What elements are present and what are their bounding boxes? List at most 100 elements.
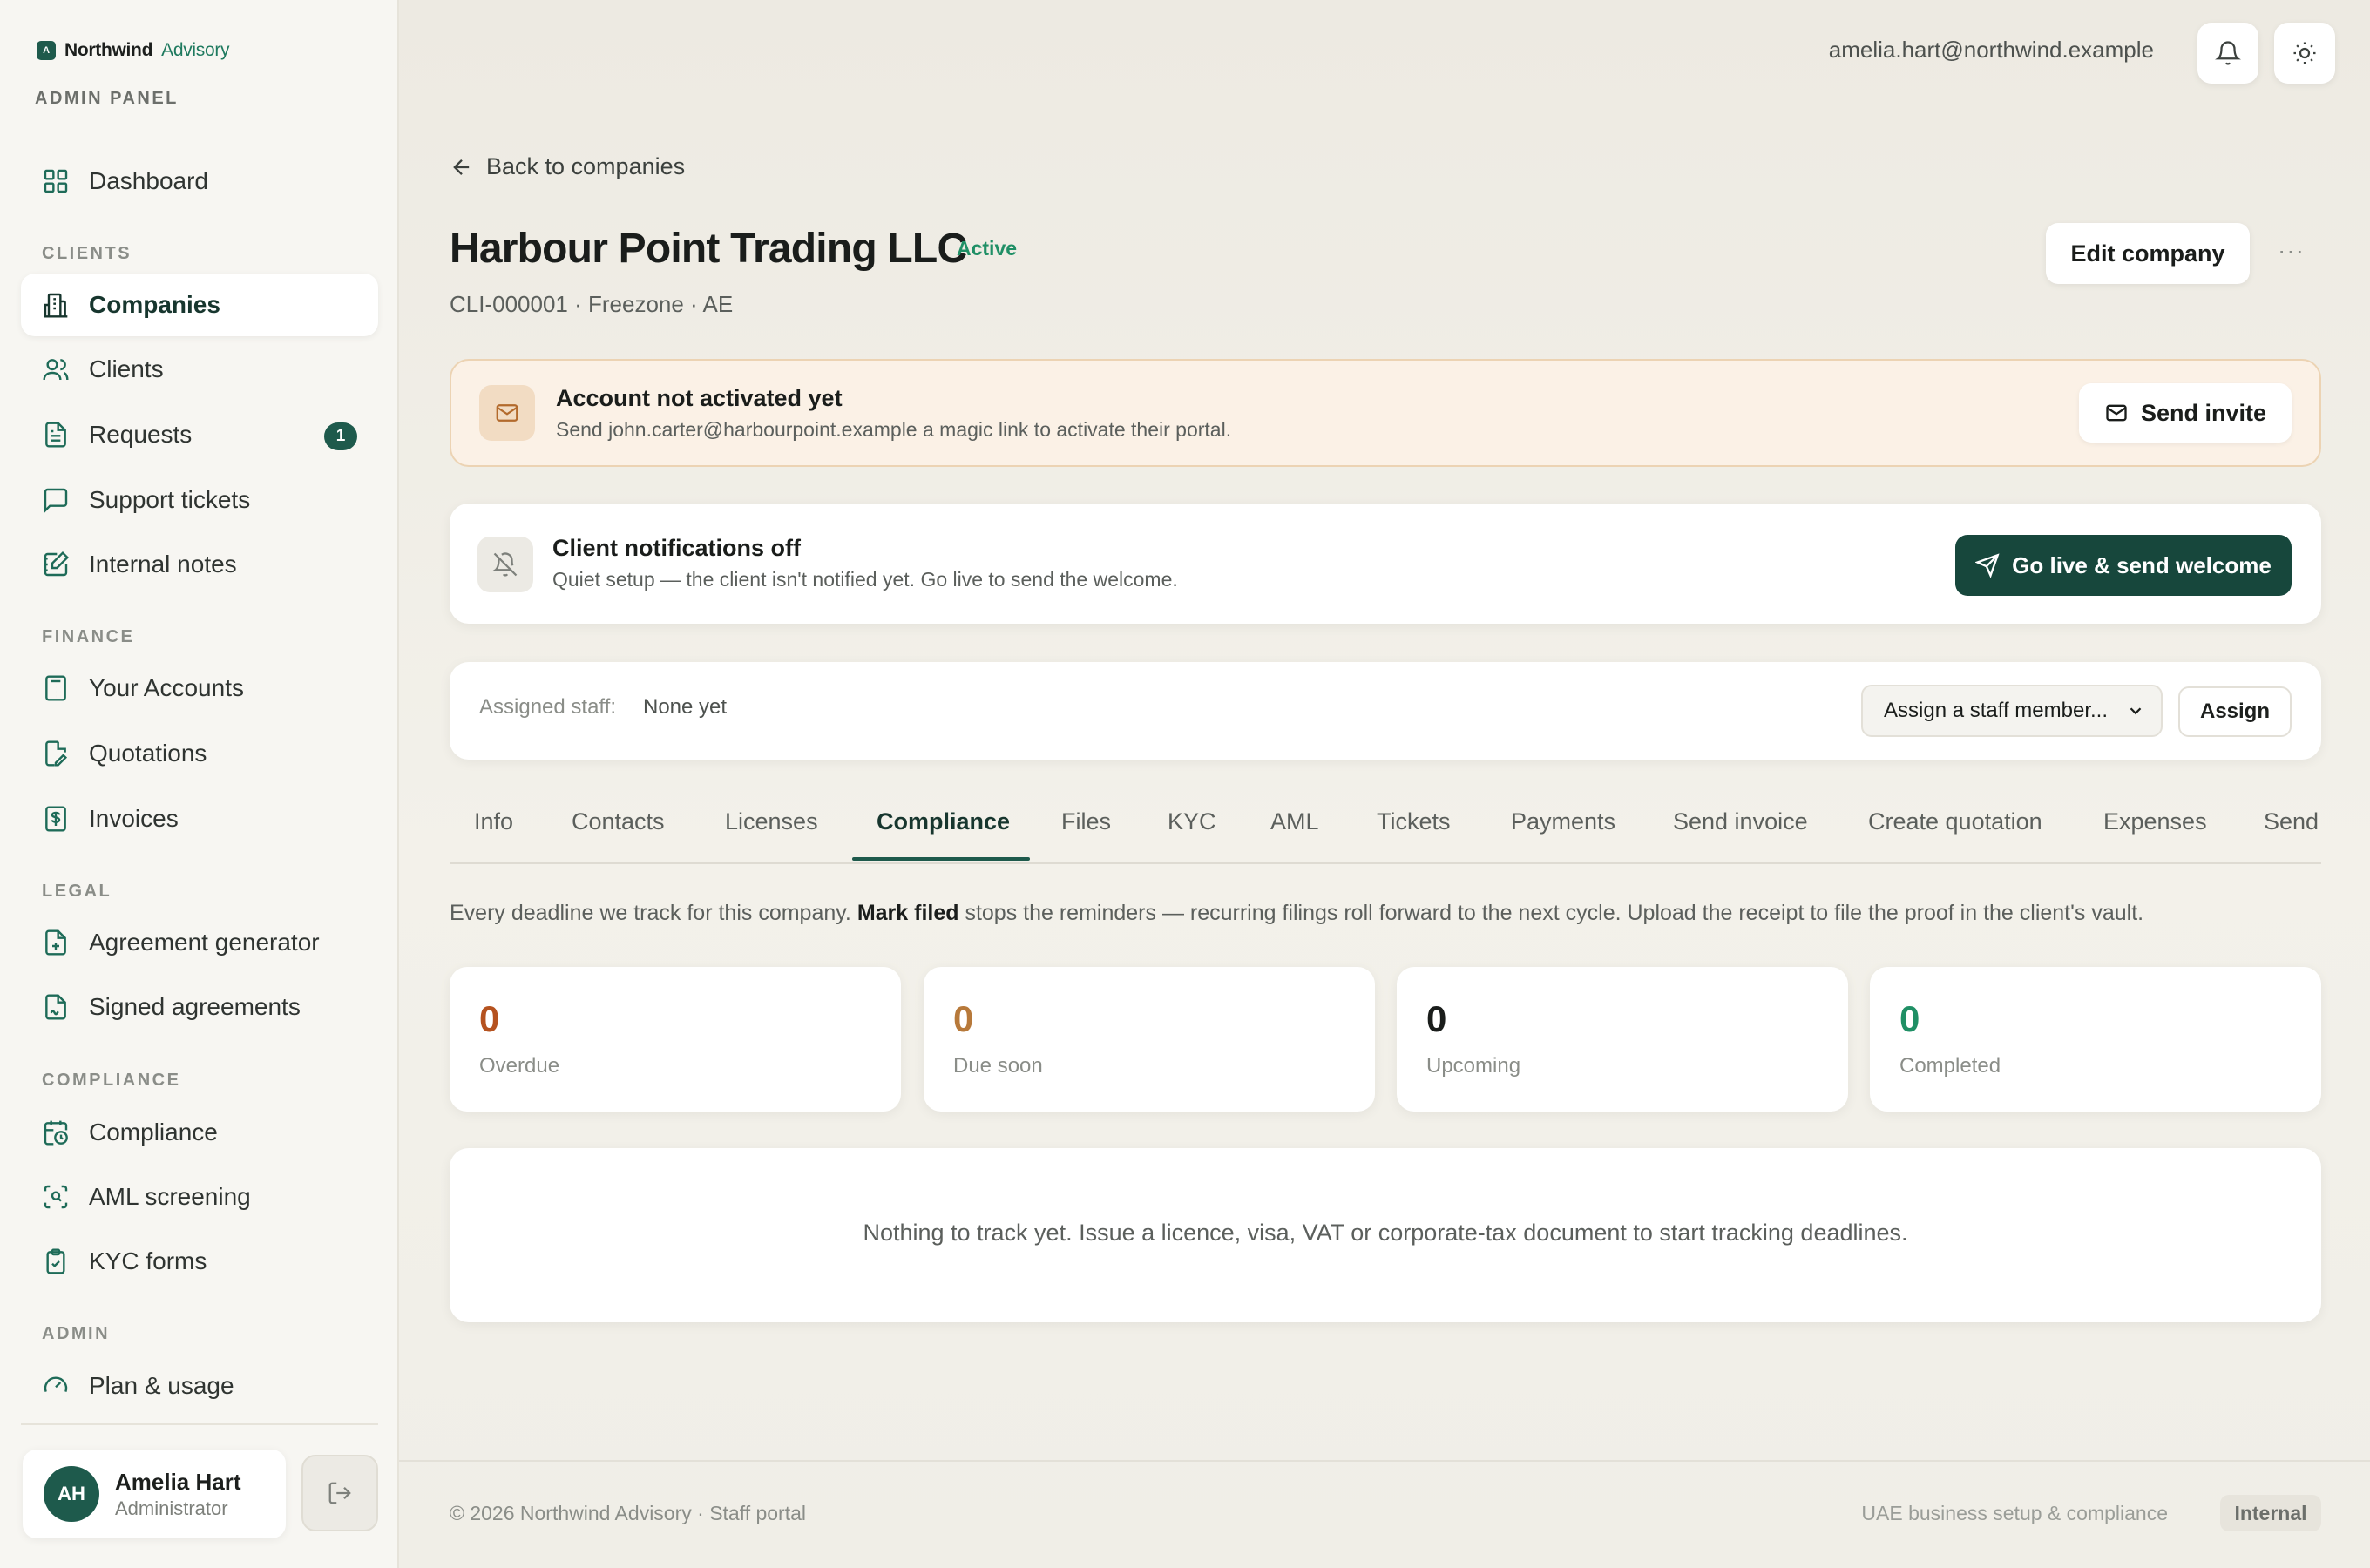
mark-filed-emphasis: Mark filed — [857, 901, 959, 925]
company-meta: CLI-000001 · Freezone · AE — [450, 291, 734, 317]
topbar-user-email: amelia.hart@northwind.example — [1828, 37, 2154, 63]
tab-licenses[interactable]: Licenses — [725, 808, 818, 835]
send-invite-button[interactable]: Send invite — [2079, 383, 2292, 443]
tab-contacts[interactable]: Contacts — [572, 808, 665, 835]
file-sign-icon — [45, 994, 66, 1020]
sidebar-item-label: Requests — [89, 421, 193, 448]
app-root: A Northwind Advisory ADMIN PANEL Dashboa… — [0, 0, 2370, 1568]
sidebar-divider — [21, 1423, 378, 1425]
sidebar-item-compliance[interactable]: Compliance — [21, 1101, 378, 1164]
sidebar-item-label: Dashboard — [89, 167, 208, 194]
tab-send-invoice[interactable]: Send invoice — [1673, 808, 1808, 835]
tab-payments[interactable]: Payments — [1511, 808, 1615, 835]
empty-state-message: Nothing to track yet. Issue a licence, v… — [863, 1220, 1908, 1246]
edit-company-button[interactable]: Edit company — [2046, 223, 2250, 284]
sidebar-item-label: Your Accounts — [89, 674, 244, 701]
sidebar-item-invoices[interactable]: Invoices — [21, 787, 378, 850]
sidebar-item-label: Support tickets — [89, 486, 251, 513]
tab-info[interactable]: Info — [474, 808, 513, 835]
admin-panel-label: ADMIN PANEL — [35, 89, 179, 108]
clipboard-icon — [46, 1248, 65, 1274]
description-text: Every deadline we track for this company… — [450, 901, 857, 925]
user-info: Amelia Hart Administrator — [115, 1469, 241, 1520]
bell-icon — [2215, 41, 2241, 65]
section-legal: LEGAL — [42, 882, 112, 901]
notes-icon — [44, 551, 70, 577]
go-live-button[interactable]: Go live & send welcome — [1955, 535, 2292, 596]
footer-divider — [399, 1460, 2370, 1462]
tab-create-quotation[interactable]: Create quotation — [1868, 808, 2042, 835]
stat-overdue: 0 Overdue — [450, 967, 901, 1112]
sidebar-item-aml-screening[interactable]: AML screening — [21, 1166, 378, 1228]
sidebar-item-companies[interactable]: Companies — [21, 274, 378, 336]
sidebar-item-label: Signed agreements — [89, 993, 301, 1020]
tab-expenses[interactable]: Expenses — [2103, 808, 2207, 835]
logout-button[interactable] — [301, 1455, 378, 1531]
requests-count-badge: 1 — [324, 422, 357, 450]
sidebar-item-label: Agreement generator — [89, 929, 320, 956]
sidebar-item-label: Invoices — [89, 805, 179, 832]
empty-state-card: Nothing to track yet. Issue a licence, v… — [450, 1148, 2321, 1322]
sidebar: A Northwind Advisory ADMIN PANEL Dashboa… — [0, 0, 399, 1568]
stat-label: Due soon — [953, 1054, 1043, 1078]
brand-logo[interactable]: A Northwind Advisory — [37, 40, 230, 61]
section-admin: ADMIN — [42, 1324, 111, 1343]
stat-label: Upcoming — [1426, 1054, 1521, 1078]
more-options-icon[interactable]: ··· — [2278, 237, 2305, 265]
sidebar-item-your-accounts[interactable]: Your Accounts — [21, 657, 378, 720]
activation-text: Send john.carter@harbourpoint.example a … — [556, 418, 1232, 441]
notifications-button[interactable] — [2197, 23, 2258, 84]
section-clients: CLIENTS — [42, 244, 132, 263]
theme-toggle-button[interactable] — [2274, 23, 2335, 84]
sidebar-item-kyc-forms[interactable]: KYC forms — [21, 1230, 378, 1293]
sidebar-item-label: Plan & usage — [89, 1372, 234, 1399]
stat-due-soon: 0 Due soon — [924, 967, 1375, 1112]
tab-files[interactable]: Files — [1061, 808, 1111, 835]
staff-select[interactable]: Assign a staff member... — [1861, 685, 2163, 737]
stat-label: Completed — [1899, 1054, 2001, 1078]
back-to-companies-link[interactable]: Back to companies — [450, 153, 685, 180]
bell-off-icon-box — [477, 537, 533, 592]
sidebar-item-label: Companies — [89, 291, 220, 318]
notifications-banner: Client notifications off Quiet setup — t… — [450, 504, 2321, 624]
tab-send[interactable]: Send — [2264, 808, 2319, 835]
sidebar-item-dashboard[interactable]: Dashboard — [21, 150, 378, 213]
sun-icon — [2293, 42, 2316, 64]
sidebar-item-requests[interactable]: Requests 1 — [21, 403, 378, 466]
chevron-down-icon — [2130, 707, 2142, 715]
section-compliance: COMPLIANCE — [42, 1071, 181, 1090]
user-card[interactable]: AH Amelia Hart Administrator — [23, 1450, 286, 1538]
gauge-icon — [44, 1376, 68, 1393]
go-live-label: Go live & send welcome — [2012, 551, 2272, 578]
assign-button[interactable]: Assign — [2178, 686, 2292, 737]
users-icon — [43, 359, 69, 381]
sidebar-item-clients[interactable]: Clients — [21, 338, 378, 401]
arrow-left-icon — [453, 159, 470, 175]
mail-icon — [496, 404, 518, 422]
tab-aml[interactable]: AML — [1270, 808, 1319, 835]
back-link-label: Back to companies — [486, 153, 686, 179]
bell-off-icon — [492, 552, 518, 577]
sidebar-item-signed-agreements[interactable]: Signed agreements — [21, 976, 378, 1038]
stat-value: 0 — [1899, 998, 1920, 1039]
building-icon — [44, 293, 68, 318]
tab-bar: Info Contacts Licenses Compliance Files … — [450, 793, 2321, 864]
grid-icon — [44, 169, 68, 193]
notifications-text: Quiet setup — the client isn't notified … — [552, 568, 1178, 591]
sidebar-item-support-tickets[interactable]: Support tickets — [21, 469, 378, 531]
mail-icon — [2106, 404, 2127, 422]
logout-icon — [328, 1482, 351, 1504]
tab-compliance[interactable]: Compliance — [877, 808, 1010, 835]
tab-tickets[interactable]: Tickets — [1377, 808, 1451, 835]
scan-icon — [44, 1185, 68, 1209]
tab-kyc[interactable]: KYC — [1168, 808, 1216, 835]
calculator-icon — [45, 675, 66, 701]
sidebar-item-plan-usage[interactable]: Plan & usage — [21, 1355, 378, 1417]
sidebar-item-quotations[interactable]: Quotations — [21, 722, 378, 785]
page-title: Harbour Point Trading LLC — [450, 226, 967, 272]
assigned-staff-card: Assigned staff: None yet Assign a staff … — [450, 662, 2321, 760]
footer-copyright: © 2026 Northwind Advisory · Staff portal — [450, 1502, 807, 1524]
sidebar-item-internal-notes[interactable]: Internal notes — [21, 533, 378, 596]
sidebar-item-agreement-generator[interactable]: Agreement generator — [21, 911, 378, 974]
stat-value: 0 — [479, 998, 500, 1039]
